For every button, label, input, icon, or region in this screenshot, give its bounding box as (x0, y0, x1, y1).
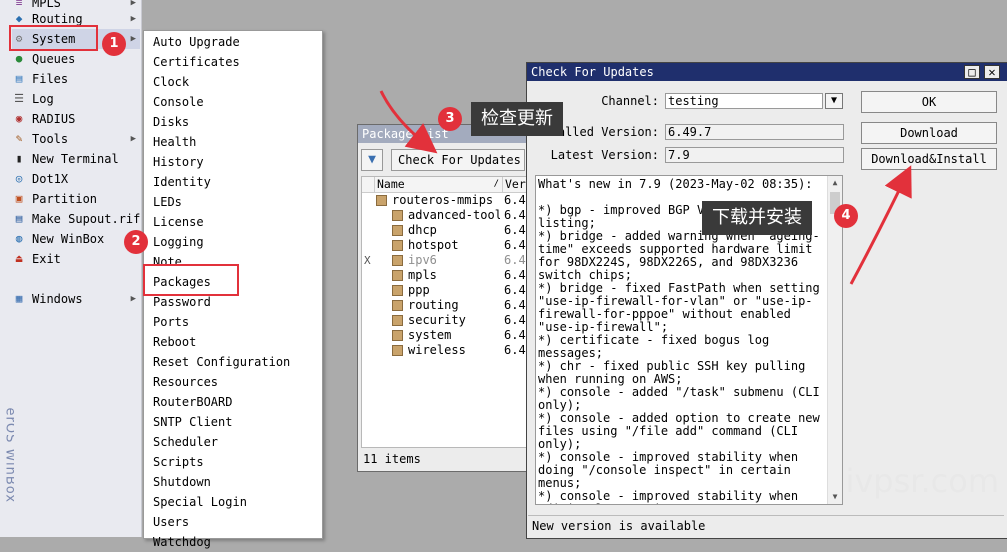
arrow-to-check-updates (379, 90, 438, 154)
watermark-text: ivpsr.com (845, 462, 999, 500)
annotation-arrows (379, 90, 912, 285)
arrow-to-download-install (849, 165, 912, 285)
